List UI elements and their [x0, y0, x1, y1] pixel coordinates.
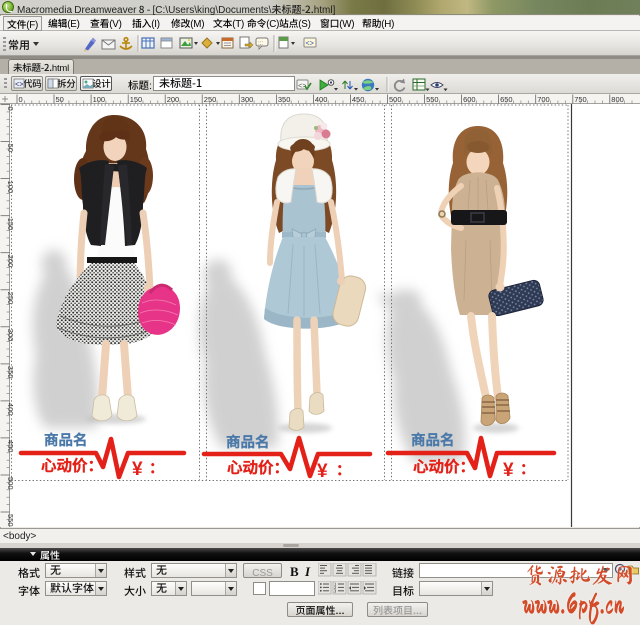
svg-text:100: 100 [93, 95, 106, 104]
svg-text:250: 250 [6, 292, 15, 305]
svg-text:500: 500 [6, 477, 15, 490]
svg-text:：: ： [336, 459, 351, 480]
svg-text:550: 550 [426, 95, 439, 104]
svg-text:600: 600 [463, 95, 476, 104]
svg-text:400: 400 [6, 403, 15, 416]
svg-text:：: ： [149, 457, 164, 478]
svg-text:心动价：: 心动价： [227, 456, 289, 478]
svg-text:200: 200 [167, 95, 180, 104]
svg-text:心动价：: 心动价： [41, 454, 103, 476]
svg-text:350: 350 [6, 366, 15, 379]
svg-text:300: 300 [6, 329, 15, 342]
svg-text:¥: ¥ [132, 454, 143, 481]
svg-text:<>: <> [306, 41, 314, 49]
svg-text:商品名: 商品名 [411, 429, 455, 450]
svg-text:300: 300 [241, 95, 254, 104]
svg-text:<>: <> [15, 82, 23, 90]
svg-text:700: 700 [537, 95, 550, 104]
svg-text:100: 100 [6, 181, 15, 194]
svg-text:0: 0 [19, 95, 23, 104]
svg-text:250: 250 [204, 95, 217, 104]
svg-text:¥: ¥ [503, 455, 514, 482]
svg-text:500: 500 [389, 95, 402, 104]
svg-text:：: ： [520, 458, 535, 479]
svg-text:心动价：: 心动价： [413, 455, 475, 477]
svg-text:¥: ¥ [317, 456, 328, 483]
svg-text:350: 350 [278, 95, 291, 104]
svg-text:商品名: 商品名 [44, 429, 88, 450]
svg-text:550: 550 [6, 514, 15, 527]
svg-text::::: ::: [258, 38, 263, 47]
svg-text:150: 150 [6, 218, 15, 231]
svg-text:450: 450 [6, 440, 15, 453]
svg-text:150: 150 [130, 95, 143, 104]
svg-text:200: 200 [6, 255, 15, 268]
svg-text:800: 800 [611, 95, 624, 104]
svg-text:50: 50 [6, 144, 15, 152]
svg-text:0: 0 [6, 107, 15, 111]
svg-text:50: 50 [56, 95, 64, 104]
svg-text:商品名: 商品名 [226, 431, 270, 452]
svg-text:400: 400 [315, 95, 328, 104]
